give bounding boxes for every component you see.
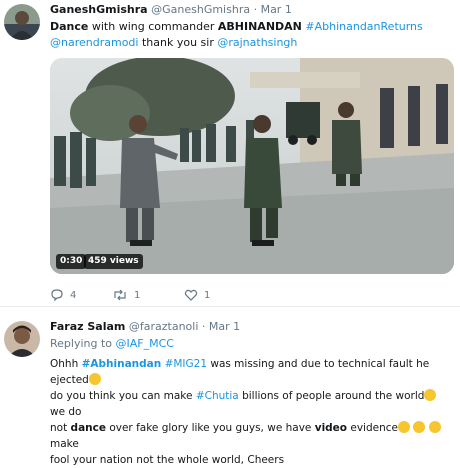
reply-count: 4 [70, 289, 77, 301]
tweet-date[interactable]: Mar 1 [261, 3, 292, 16]
separator: · [201, 320, 206, 333]
like-count: 1 [204, 289, 211, 301]
display-name[interactable]: Faraz Salam [50, 320, 125, 333]
reply-button[interactable]: 4 [50, 287, 76, 303]
smile-emoji [428, 421, 441, 433]
video-frame [50, 58, 454, 274]
video-player[interactable]: 0:30 459 views [50, 58, 454, 274]
tweet-date[interactable]: Mar 1 [209, 320, 240, 333]
tweet-text: Dance with wing commander ABHINANDAN #Ab… [50, 20, 423, 49]
mention-link[interactable]: @IAF_MCC [116, 337, 174, 350]
hashtag-link[interactable]: #Chutia [196, 390, 239, 402]
mention-link[interactable]: @narendramodi [50, 36, 138, 49]
reply-icon [50, 288, 64, 302]
hashtag-link[interactable]: #MIG21 [165, 358, 207, 370]
replying-to: Replying to @IAF_MCC [50, 337, 174, 350]
avatar[interactable] [4, 4, 40, 40]
retweet-icon [112, 288, 128, 302]
tweet-faraztanoli[interactable]: Faraz Salam @faraztanoli · Mar 1 Replyin… [0, 306, 460, 466]
retweet-count: 1 [134, 289, 141, 301]
thinking-emoji [424, 389, 437, 401]
tweet-header: Faraz Salam @faraztanoli · Mar 1 [50, 319, 454, 334]
handle[interactable]: @faraztanoli [129, 320, 199, 333]
avatar[interactable] [4, 321, 40, 357]
grin-emoji [413, 421, 426, 433]
thinking-emoji [88, 373, 101, 385]
tweet-actions: 4 1 1 [50, 287, 450, 303]
hashtag-link[interactable]: #Abhinandan [82, 358, 162, 370]
separator: · [253, 3, 258, 16]
tweet-header: GaneshGmishra @GaneshGmishra · Mar 1 [50, 2, 454, 17]
tweet-ganeshgmishra[interactable]: GaneshGmishra @GaneshGmishra · Mar 1 Dan… [0, 0, 460, 306]
video-views-badge: 459 views [84, 254, 143, 269]
video-duration-badge: 0:30 [56, 254, 87, 269]
retweet-button[interactable]: 1 [112, 287, 140, 303]
hashtag-link[interactable]: #AbhinandanReturns [305, 20, 422, 33]
tweet-text: Ohhh #Abhinandan #MIG21 was missing and … [50, 356, 454, 468]
mention-link[interactable]: @rajnathsingh [217, 36, 297, 49]
like-icon [184, 288, 198, 302]
display-name[interactable]: GaneshGmishra [50, 3, 148, 16]
hug-emoji [397, 421, 410, 433]
like-button[interactable]: 1 [184, 287, 210, 303]
handle[interactable]: @GaneshGmishra [151, 3, 250, 16]
